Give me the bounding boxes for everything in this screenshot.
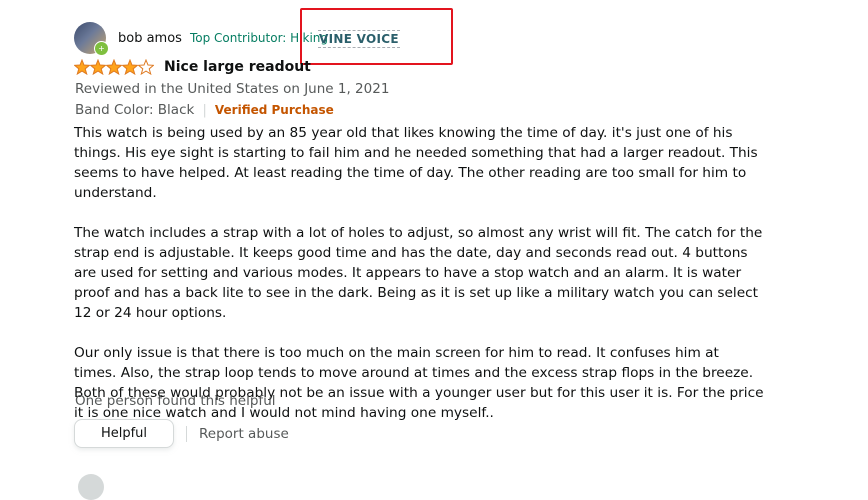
highlight-box <box>300 8 453 65</box>
divider: | <box>202 102 207 118</box>
reviewer-name[interactable]: bob amos <box>118 31 182 46</box>
rating-row: Nice large readout <box>74 59 311 75</box>
helpful-button[interactable]: Helpful <box>74 419 174 448</box>
review-paragraph: Our only issue is that there is too much… <box>74 345 764 421</box>
verified-purchase-badge: Verified Purchase <box>214 103 334 117</box>
star-filled-icon <box>90 59 106 75</box>
star-rating[interactable] <box>74 59 154 75</box>
review-title[interactable]: Nice large readout <box>164 59 311 75</box>
reviewer-profile[interactable]: + bob amos Top Contributor: Hiking <box>74 22 328 56</box>
report-abuse-link[interactable]: Report abuse <box>199 426 289 442</box>
star-filled-icon <box>122 59 138 75</box>
avatar[interactable] <box>78 474 104 500</box>
review-date: Reviewed in the United States on June 1,… <box>75 81 390 97</box>
helpful-count: One person found this helpful <box>75 393 276 409</box>
review-actions: Helpful Report abuse <box>74 419 289 448</box>
avatar[interactable]: + <box>74 22 109 56</box>
divider <box>186 425 187 442</box>
plus-badge-icon: + <box>94 41 109 56</box>
variant-label[interactable]: Band Color: Black <box>75 102 194 118</box>
star-filled-icon <box>106 59 122 75</box>
star-filled-icon <box>74 59 90 75</box>
review-paragraph: This watch is being used by an 85 year o… <box>74 125 758 201</box>
star-empty-icon <box>138 59 154 75</box>
variant-row: Band Color: Black | Verified Purchase <box>75 102 334 118</box>
review-paragraph: The watch includes a strap with a lot of… <box>74 225 763 321</box>
